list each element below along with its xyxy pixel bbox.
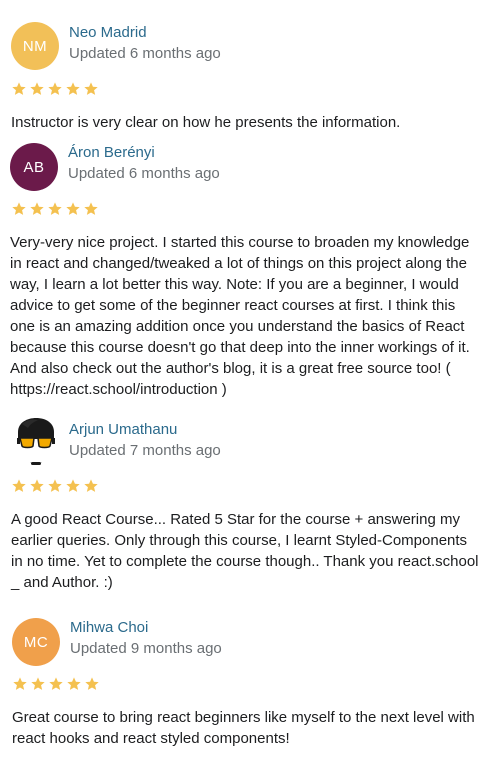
avatar[interactable]: AB <box>10 143 58 191</box>
updated-timestamp: Updated 6 months ago <box>69 45 221 62</box>
reviewer-name[interactable]: Neo Madrid <box>69 24 147 41</box>
star-icon <box>11 81 27 97</box>
reviewer-name[interactable]: Mihwa Choi <box>70 619 148 636</box>
avatar[interactable] <box>12 418 60 466</box>
star-icon <box>47 201 63 217</box>
star-icon <box>83 478 99 494</box>
star-icon <box>65 81 81 97</box>
star-icon <box>47 81 63 97</box>
star-rating <box>11 201 99 217</box>
star-icon <box>11 201 27 217</box>
review-text: A good React Course... Rated 5 Star for … <box>11 511 479 591</box>
star-icon <box>29 478 45 494</box>
star-icon <box>84 676 100 692</box>
star-icon <box>48 676 64 692</box>
review-text: Instructor is very clear on how he prese… <box>11 114 401 131</box>
avatar[interactable]: NM <box>11 22 59 70</box>
review-text: Great course to bring react beginners li… <box>12 709 475 747</box>
cartoon-face-with-sunglasses-icon <box>17 418 55 465</box>
star-icon <box>83 81 99 97</box>
star-icon <box>65 478 81 494</box>
star-rating <box>11 478 99 494</box>
reviewer-name[interactable]: Arjun Umathanu <box>69 421 177 438</box>
star-icon <box>30 676 46 692</box>
star-icon <box>11 478 27 494</box>
star-icon <box>66 676 82 692</box>
updated-timestamp: Updated 7 months ago <box>69 442 221 459</box>
star-icon <box>83 201 99 217</box>
star-icon <box>29 81 45 97</box>
review-text: Very-very nice project. I started this c… <box>10 234 470 398</box>
star-icon <box>29 201 45 217</box>
updated-timestamp: Updated 6 months ago <box>68 165 220 182</box>
star-icon <box>65 201 81 217</box>
star-rating <box>12 676 100 692</box>
star-rating <box>11 81 99 97</box>
star-icon <box>47 478 63 494</box>
reviewer-name[interactable]: Áron Berényi <box>68 144 155 161</box>
avatar[interactable]: MC <box>12 618 60 666</box>
updated-timestamp: Updated 9 months ago <box>70 640 222 657</box>
star-icon <box>12 676 28 692</box>
